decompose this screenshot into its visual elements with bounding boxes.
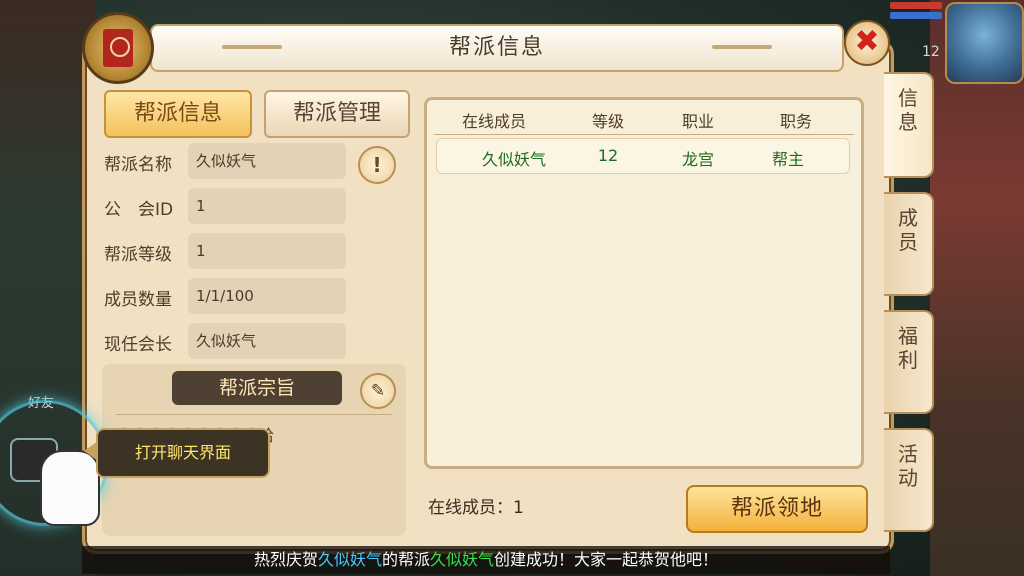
- online-count: 在线成员：1: [428, 498, 524, 518]
- column-header-member: 在线成员: [461, 112, 526, 131]
- status-bars: [890, 2, 942, 26]
- guild-name-field: 久似妖气: [188, 143, 346, 179]
- exclamation-icon[interactable]: !: [358, 146, 396, 184]
- guild-level-field: 1: [188, 233, 346, 269]
- side-tab-activity[interactable]: 活动: [884, 428, 934, 532]
- side-tab-info-label: 信息: [898, 86, 918, 134]
- divider: [434, 134, 854, 135]
- announcement-suffix: 创建成功！大家一起恭贺他吧！: [494, 550, 719, 569]
- field-label-guild-id: 公 会ID: [104, 200, 174, 220]
- announcement-mid: 的帮派: [381, 550, 430, 569]
- field-label-leader: 现任会长: [104, 335, 172, 355]
- side-tab-members-label: 成员: [898, 206, 918, 254]
- member-role: 帮主: [771, 150, 804, 169]
- member-count-field: 1/1/100: [188, 278, 346, 314]
- column-header-class: 职业: [681, 112, 714, 131]
- member-class: 龙宫: [681, 150, 714, 169]
- member-name: 久似妖气: [481, 150, 546, 169]
- side-tab-welfare-label: 福利: [898, 324, 918, 372]
- player-portrait[interactable]: [945, 2, 1024, 84]
- announcement-player-name: 久似妖气: [317, 550, 382, 569]
- field-label-guild-name: 帮派名称: [104, 155, 172, 175]
- column-header-level: 等级: [591, 112, 624, 131]
- guild-id-field: 1: [188, 188, 346, 224]
- field-label-member-count: 成员数量: [104, 290, 172, 310]
- announcement-prefix: 热烈庆贺: [253, 550, 318, 569]
- title-bar: 帮派信息: [150, 24, 844, 72]
- guild-territory-button[interactable]: 帮派领地: [686, 485, 868, 533]
- tab-guild-manage[interactable]: 帮派管理: [264, 90, 410, 138]
- side-tab-welfare[interactable]: 福利: [884, 310, 934, 414]
- pointing-hand-icon: [40, 450, 100, 526]
- guild-purpose-title: 帮派宗旨: [172, 371, 342, 405]
- player-level: 12: [922, 44, 940, 60]
- member-level: 12: [597, 146, 619, 165]
- scene-background-right: [930, 0, 1024, 576]
- announcement-guild-name: 久似妖气: [430, 550, 495, 569]
- column-header-role: 职务: [779, 112, 812, 131]
- leader-field: 久似妖气: [188, 323, 346, 359]
- guild-flag-icon: [82, 12, 154, 84]
- side-tab-activity-label: 活动: [898, 442, 918, 490]
- divider: [116, 414, 392, 415]
- close-button[interactable]: ✖: [844, 20, 890, 66]
- side-tab-members[interactable]: 成员: [884, 192, 934, 296]
- system-announcement: 热烈庆贺久似妖气的帮派久似妖气创建成功！大家一起恭贺他吧！: [82, 546, 890, 574]
- tutorial-tooltip: 打开聊天界面: [96, 428, 270, 478]
- close-icon: ✖: [854, 24, 880, 59]
- title-ornament-right: [712, 45, 772, 49]
- tab-guild-info[interactable]: 帮派信息: [104, 90, 252, 138]
- side-tab-info[interactable]: 信息: [884, 72, 934, 178]
- field-label-guild-level: 帮派等级: [104, 245, 172, 265]
- pencil-icon[interactable]: ✎: [360, 373, 396, 409]
